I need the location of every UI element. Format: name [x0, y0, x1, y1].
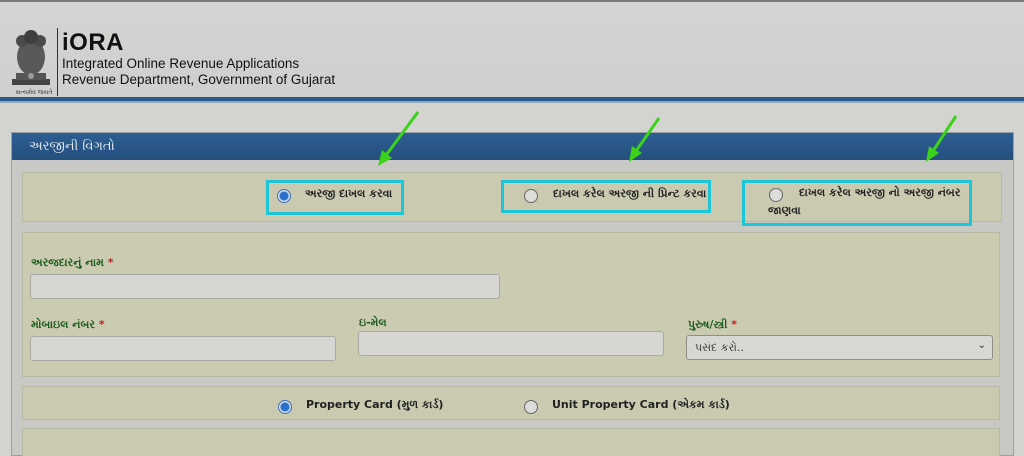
radio-know-application-number[interactable]	[769, 188, 783, 202]
green-arrow-icon-3	[926, 115, 958, 162]
brand-name: iORA	[62, 29, 124, 56]
panel-header: અરજીની વિગતો	[12, 133, 1013, 160]
emblem-caption: સત્યમેવ જયતે	[15, 89, 53, 96]
required-mark: *	[98, 318, 105, 331]
card-type-row	[22, 386, 1000, 420]
required-mark: *	[731, 318, 737, 331]
mobile-label-text: મોબાઇલ નંબર	[31, 318, 95, 331]
radio-print-application[interactable]	[524, 189, 538, 203]
radio-property-card-label[interactable]: Property Card (મુળ કાર્ડ)	[306, 398, 443, 412]
gender-select[interactable]: પસંદ કરો.. ⌄	[686, 335, 993, 360]
radio-submit-application[interactable]	[277, 189, 291, 203]
mobile-label: મોબાઇલ નંબર *	[31, 318, 105, 332]
header-divider	[57, 28, 58, 96]
radio-unit-property-card[interactable]	[524, 400, 538, 414]
applicant-name-label: અરજદારનું નામ *	[31, 256, 114, 270]
email-label: ઇ-મેલ	[359, 316, 387, 329]
radio-know-application-number-label-line2[interactable]: જાણવા	[768, 204, 801, 218]
required-mark: *	[107, 256, 114, 269]
next-section-row	[22, 428, 1000, 456]
panel-title: અરજીની વિગતો	[29, 139, 115, 154]
applicant-name-label-text: અરજદારનું નામ	[31, 256, 104, 269]
brand-line2: Revenue Department, Government of Gujara…	[62, 72, 336, 87]
state-emblem-icon	[12, 30, 50, 85]
gender-label: પુરુષ/સ્ત્રી *	[688, 318, 737, 332]
green-arrow-icon-2	[629, 117, 661, 162]
radio-unit-property-card-label[interactable]: Unit Property Card (એકમ કાર્ડ)	[552, 398, 730, 412]
email-input[interactable]	[358, 331, 664, 356]
green-arrow-icon-1	[378, 111, 420, 166]
gender-label-text: પુરુષ/સ્ત્રી	[688, 318, 728, 331]
brand-block: iORA Integrated Online Revenue Applicati…	[62, 30, 335, 88]
gender-select-value: પસંદ કરો..	[695, 341, 744, 354]
radio-submit-application-label[interactable]: અરજી દાખલ કરવા	[305, 187, 392, 201]
radio-know-application-number-label-line1[interactable]: દાખલ કરેલ અરજી નો અરજી નંબર	[799, 186, 960, 200]
radio-property-card[interactable]	[278, 400, 292, 414]
header-rule-light	[0, 101, 1024, 103]
applicant-name-input[interactable]	[30, 274, 500, 299]
mobile-input[interactable]	[30, 336, 336, 361]
chevron-down-icon: ⌄	[977, 340, 986, 351]
site-header: સત્યમેવ જયતે iORA Integrated Online Reve…	[0, 2, 1024, 97]
brand-line1: Integrated Online Revenue Applications	[62, 56, 300, 71]
radio-print-application-label[interactable]: દાખલ કરેલ અરજી ની પ્રિન્ટ કરવા	[553, 187, 706, 201]
